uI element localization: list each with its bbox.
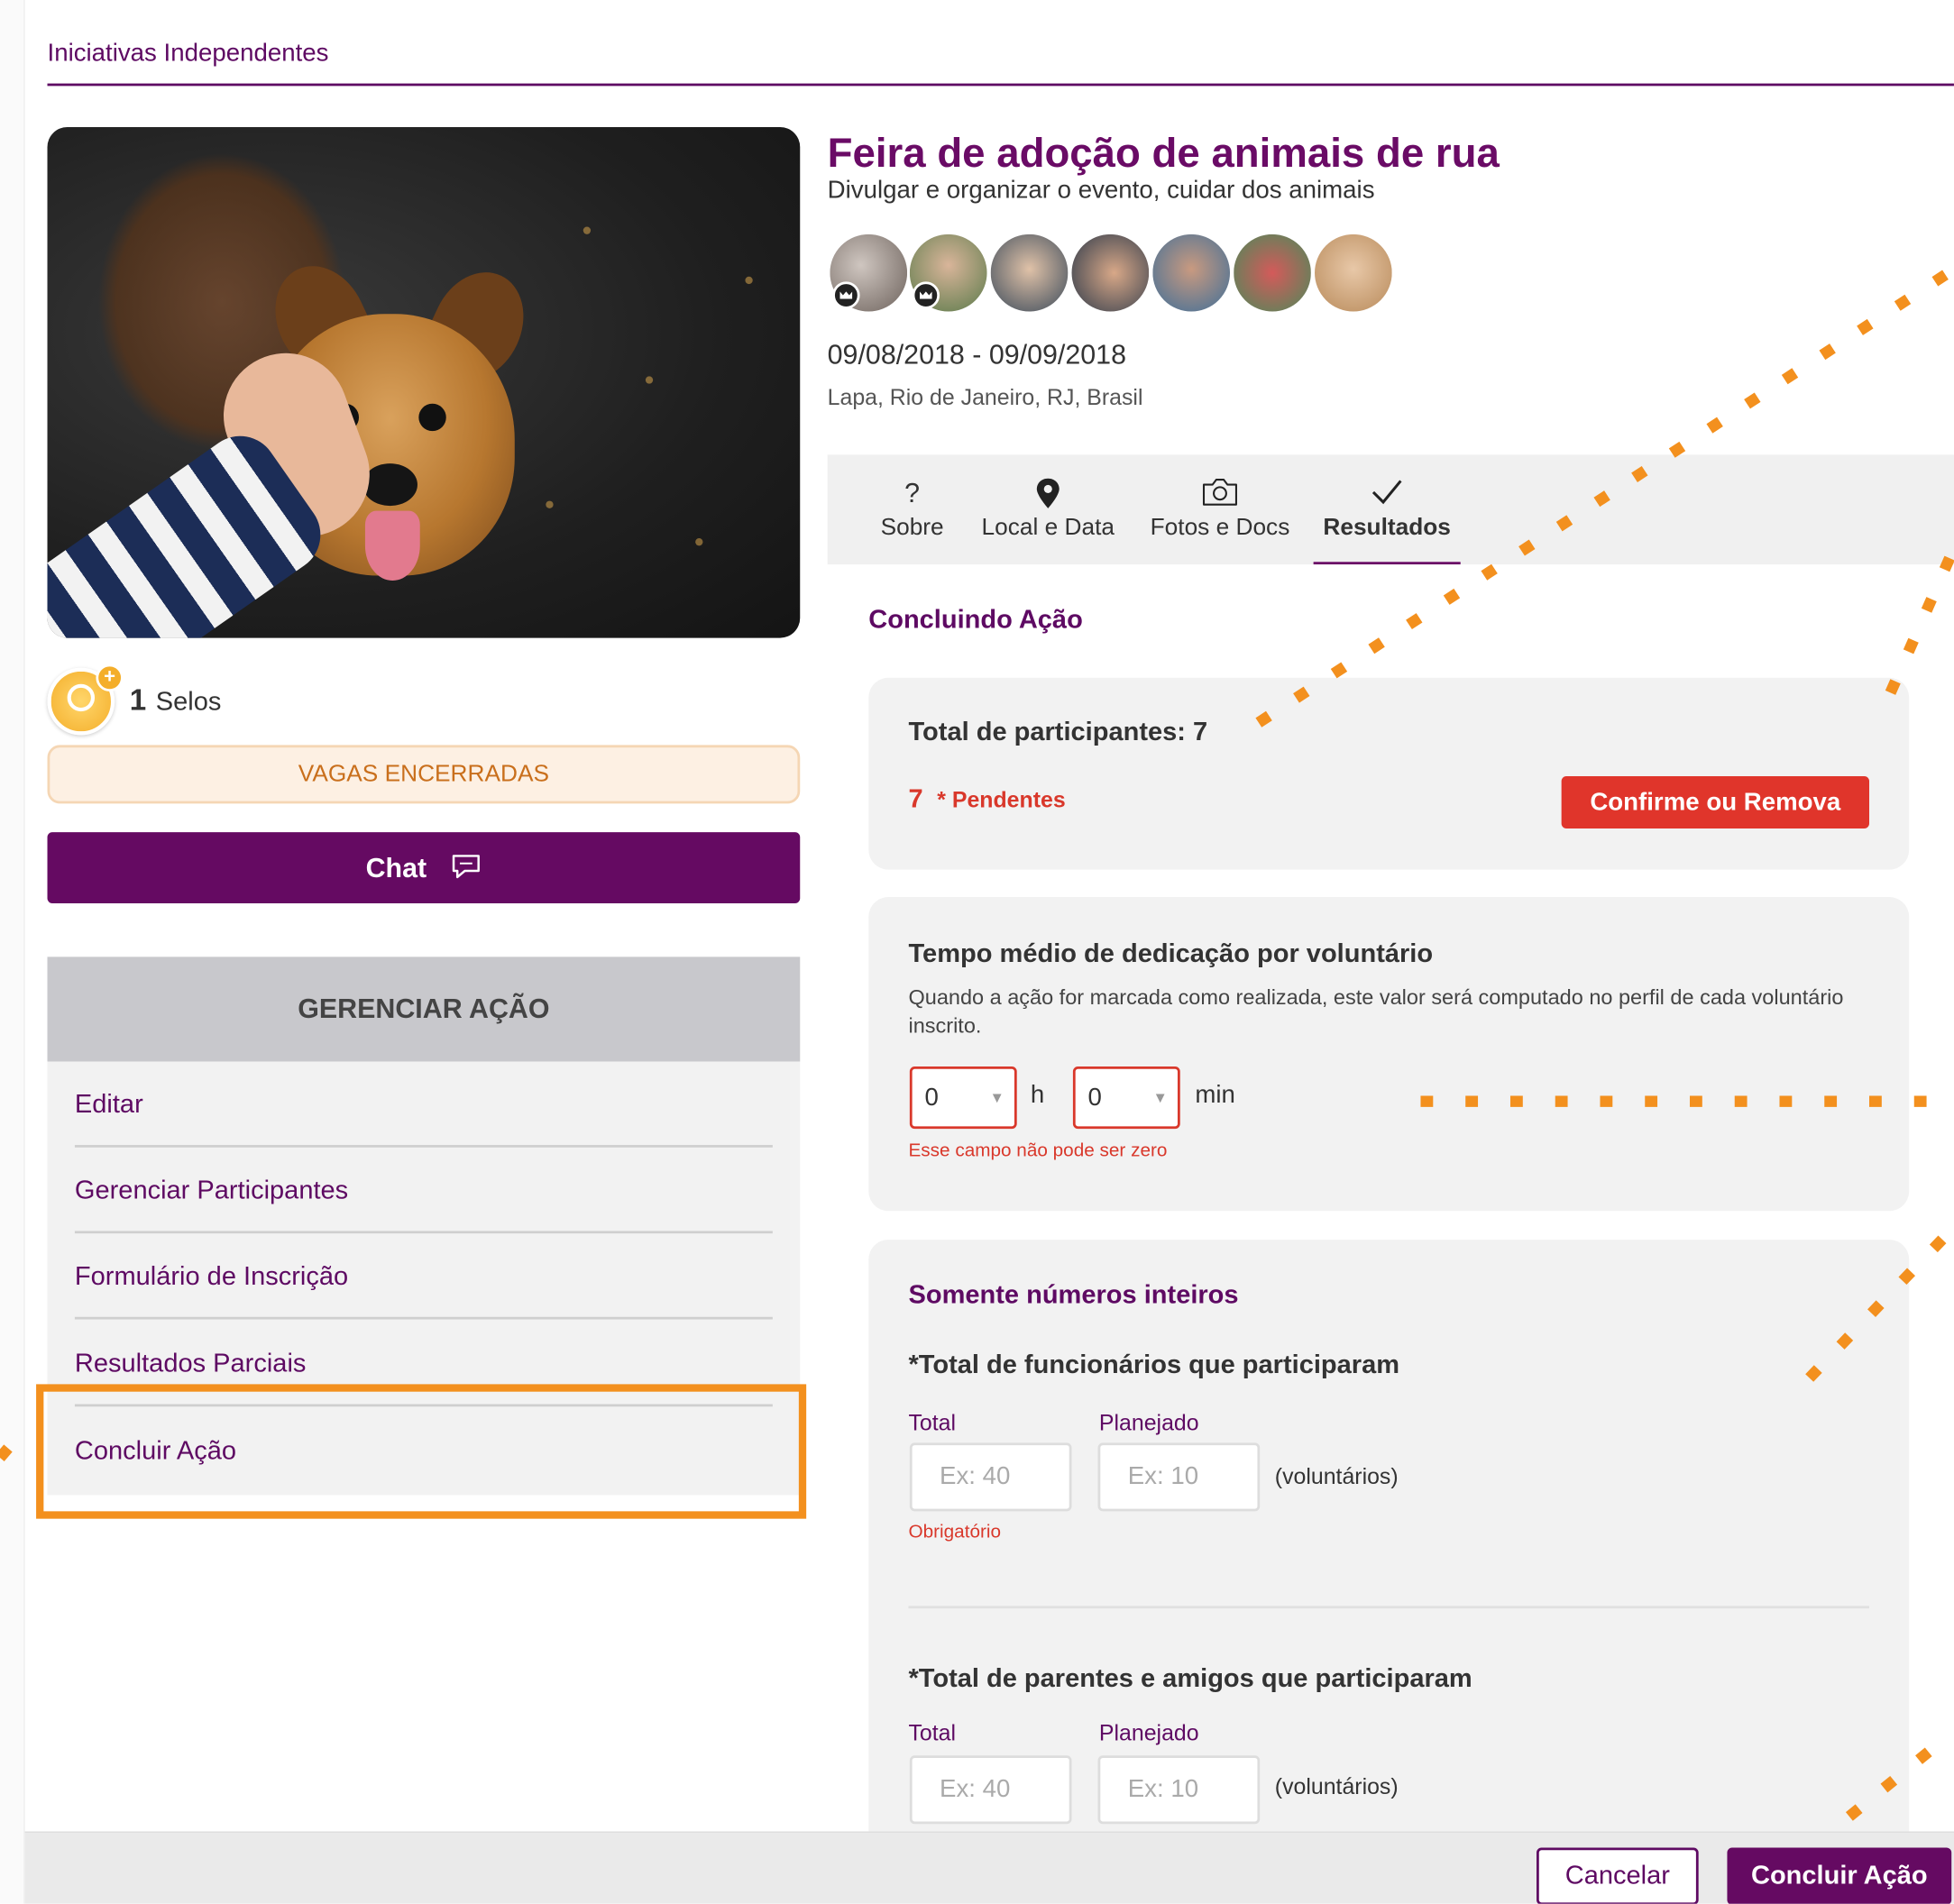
pending-count: 7: [908, 784, 923, 814]
event-dates: 09/08/2018 - 09/09/2018: [827, 338, 1127, 371]
hours-unit: h: [1030, 1081, 1045, 1109]
planned-label: Planejado: [1098, 1720, 1199, 1746]
event-title: Feira de adoção de animais de rua: [827, 129, 1500, 176]
dog-nose: [362, 463, 417, 507]
integers-card: Somente números inteiros *Total de funci…: [868, 1240, 1910, 1904]
finish-action-button[interactable]: Concluir Ação: [1727, 1847, 1952, 1904]
time-title: Tempo médio de dedicação por voluntário: [908, 939, 1434, 968]
hours-select[interactable]: 0 ▼: [909, 1066, 1017, 1130]
event-place: Lapa, Rio de Janeiro, RJ, Brasil: [827, 385, 1143, 410]
total-label: Total: [908, 1410, 957, 1436]
avatar[interactable]: [1150, 232, 1233, 315]
chat-label: Chat: [365, 852, 427, 883]
manage-item-formulario[interactable]: Formulário de Inscrição: [74, 1233, 773, 1320]
time-card: Tempo médio de dedicação por voluntário …: [868, 897, 1910, 1212]
chevron-down-icon: ▼: [989, 1088, 1005, 1107]
highlight-box: [36, 1384, 807, 1519]
ribbon-icon: [67, 683, 96, 712]
plus-icon[interactable]: +: [96, 664, 124, 692]
avatar[interactable]: [907, 232, 990, 315]
divider: [908, 1606, 1869, 1609]
time-description: Quando a ação for marcada como realizada…: [908, 985, 1844, 1039]
total-participants: Total de participantes: 7: [908, 718, 1208, 746]
tab-sobre[interactable]: ? Sobre: [862, 454, 962, 564]
confirm-remove-button[interactable]: Confirme ou Remova: [1561, 775, 1869, 829]
time-error: Esse campo não pode ser zero: [908, 1140, 1168, 1162]
unit-label: (voluntários): [1274, 1773, 1399, 1799]
breadcrumb[interactable]: Iniciativas Independentes: [48, 40, 329, 69]
dog-tongue: [364, 510, 420, 581]
photo-bokeh: [583, 226, 592, 234]
selos-label: Selos: [155, 687, 222, 717]
avatar[interactable]: [1312, 232, 1395, 315]
avatar[interactable]: [1231, 232, 1314, 315]
event-photo: [47, 126, 801, 638]
total-label: Total: [908, 1720, 957, 1746]
tab-local-data[interactable]: Local e Data: [975, 454, 1122, 564]
question-title: *Total de funcionários que participaram: [908, 1350, 1400, 1379]
avatar[interactable]: [1069, 232, 1151, 315]
total-input[interactable]: Ex: 40: [909, 1755, 1072, 1825]
question-icon: ?: [904, 477, 921, 508]
unit-label: (voluntários): [1274, 1463, 1399, 1489]
seal-badge-icon[interactable]: +: [47, 664, 124, 736]
minutes-select[interactable]: 0 ▼: [1072, 1066, 1180, 1130]
cancel-button[interactable]: Cancelar: [1537, 1847, 1699, 1904]
section-title: Concluindo Ação: [868, 605, 1083, 635]
selos-count: 1: [129, 683, 147, 719]
tab-label: Fotos e Docs: [1150, 514, 1290, 541]
planned-input[interactable]: Ex: 10: [1097, 1755, 1261, 1825]
photo-bokeh: [745, 276, 753, 285]
tab-label: Sobre: [880, 514, 944, 541]
manage-header: GERENCIAR AÇÃO: [47, 957, 801, 1062]
question-title: *Total de parentes e amigos que particip…: [908, 1664, 1472, 1694]
integers-title: Somente números inteiros: [908, 1280, 1239, 1310]
minutes-unit: min: [1195, 1081, 1235, 1109]
tab-label: Resultados: [1323, 514, 1451, 541]
planned-label: Planejado: [1098, 1410, 1199, 1436]
location-pin-icon: [975, 477, 1122, 509]
tab-bar: ? Sobre Local e Data Fotos e Docs Result…: [827, 454, 1954, 565]
tab-label: Local e Data: [981, 514, 1115, 541]
required-label: Obrigatório: [908, 1521, 1002, 1542]
manage-item-participantes[interactable]: Gerenciar Participantes: [74, 1148, 773, 1234]
photo-bokeh: [546, 500, 554, 508]
photo-bokeh: [695, 538, 703, 546]
dog-eye: [418, 403, 446, 432]
annotation-line: [1885, 545, 1954, 695]
participants-card: Total de participantes: 7 7 * Pendentes …: [868, 677, 1910, 870]
chat-button[interactable]: Chat: [47, 832, 801, 906]
chat-bubble-icon: [449, 835, 482, 906]
planned-input[interactable]: Ex: 10: [1097, 1442, 1261, 1512]
pending-label: * Pendentes: [937, 787, 1066, 813]
breadcrumb-divider: [47, 83, 1954, 87]
photo-bokeh: [645, 376, 654, 384]
hours-value: 0: [924, 1084, 939, 1112]
vagas-status-badge: VAGAS ENCERRADAS: [47, 745, 801, 804]
chevron-down-icon: ▼: [1152, 1088, 1168, 1107]
tab-fotos-docs[interactable]: Fotos e Docs: [1142, 454, 1298, 564]
check-icon: [1314, 477, 1461, 509]
crown-icon: [832, 281, 860, 309]
footer-bar: Cancelar Concluir Ação: [24, 1831, 1954, 1904]
avatar[interactable]: [827, 232, 910, 315]
camera-icon: [1142, 477, 1298, 509]
total-input[interactable]: Ex: 40: [909, 1442, 1072, 1512]
avatar[interactable]: [987, 232, 1071, 315]
tab-resultados[interactable]: Resultados: [1313, 454, 1461, 565]
left-edge: [0, 0, 25, 1904]
manage-item-editar[interactable]: Editar: [74, 1061, 773, 1148]
crown-icon: [912, 281, 940, 309]
minutes-value: 0: [1087, 1084, 1102, 1112]
event-subtitle: Divulgar e organizar o evento, cuidar do…: [827, 177, 1375, 205]
